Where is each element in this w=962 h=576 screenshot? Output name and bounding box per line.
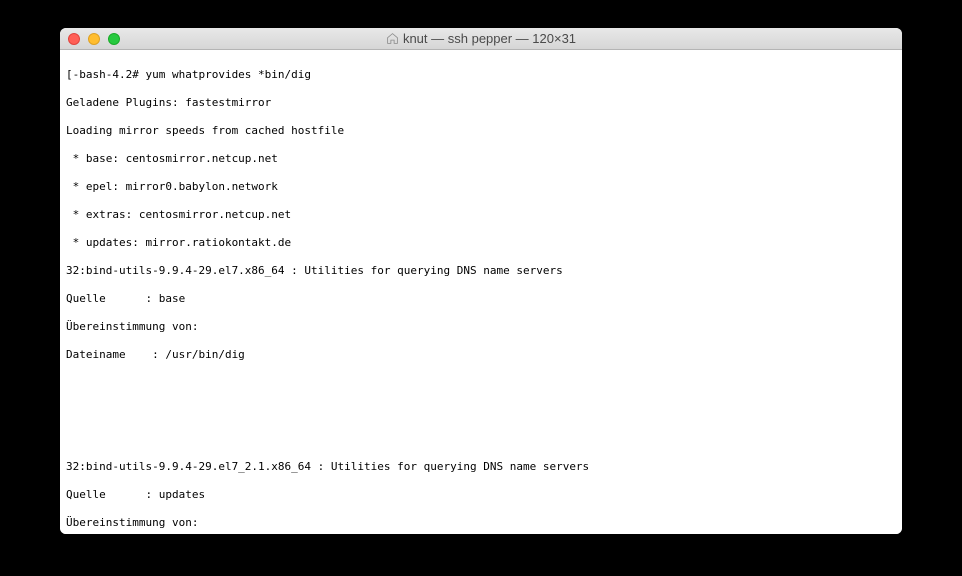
terminal-line xyxy=(66,376,896,390)
terminal-window: knut — ssh pepper — 120×31 [-bash-4.2# y… xyxy=(60,28,902,534)
terminal-body[interactable]: [-bash-4.2# yum whatprovides *bin/dig Ge… xyxy=(60,50,902,534)
titlebar[interactable]: knut — ssh pepper — 120×31 xyxy=(60,28,902,50)
terminal-line: Quelle : base xyxy=(66,292,896,306)
home-icon xyxy=(386,32,399,45)
terminal-line: * base: centosmirror.netcup.net xyxy=(66,152,896,166)
traffic-lights xyxy=(68,33,120,45)
terminal-line: * updates: mirror.ratiokontakt.de xyxy=(66,236,896,250)
terminal-line: Geladene Plugins: fastestmirror xyxy=(66,96,896,110)
terminal-line: Übereinstimmung von: xyxy=(66,516,896,530)
maximize-button[interactable] xyxy=(108,33,120,45)
minimize-button[interactable] xyxy=(88,33,100,45)
terminal-line: * extras: centosmirror.netcup.net xyxy=(66,208,896,222)
window-title-text: knut — ssh pepper — 120×31 xyxy=(403,31,576,46)
window-title: knut — ssh pepper — 120×31 xyxy=(60,31,902,46)
terminal-line: [-bash-4.2# yum whatprovides *bin/dig xyxy=(66,68,896,82)
close-button[interactable] xyxy=(68,33,80,45)
terminal-line: Dateiname : /usr/bin/dig xyxy=(66,348,896,362)
terminal-line: * epel: mirror0.babylon.network xyxy=(66,180,896,194)
terminal-line xyxy=(66,404,896,418)
terminal-line: Loading mirror speeds from cached hostfi… xyxy=(66,124,896,138)
terminal-line: Quelle : updates xyxy=(66,488,896,502)
terminal-line xyxy=(66,432,896,446)
terminal-line: Übereinstimmung von: xyxy=(66,320,896,334)
terminal-line: 32:bind-utils-9.9.4-29.el7_2.1.x86_64 : … xyxy=(66,460,896,474)
terminal-line: 32:bind-utils-9.9.4-29.el7.x86_64 : Util… xyxy=(66,264,896,278)
